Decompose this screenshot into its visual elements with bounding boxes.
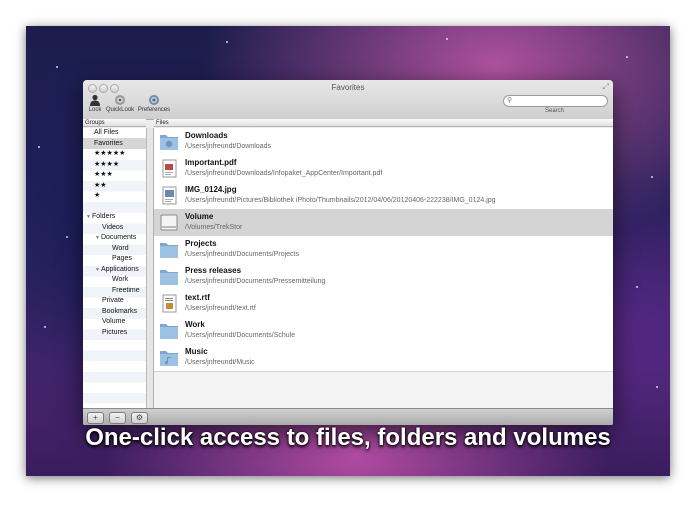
lock-label: Lock [88,107,102,113]
pdf-file-icon [162,159,177,178]
sidebar-item-work[interactable]: Work [112,275,128,285]
file-name: Downloads [185,131,228,140]
downloads-folder-icon [160,135,178,150]
sidebar-item-pages[interactable]: Pages [112,254,132,264]
folder-icon [160,243,178,258]
file-path: /Volumes/TrekStor [185,224,243,231]
lock-button[interactable]: Lock [87,94,103,113]
gear-icon [149,95,159,105]
fullscreen-icon[interactable]: ⤢ [603,82,609,92]
promo-caption: One-click access to files, folders and v… [85,424,611,451]
groups-column-header[interactable]: Groups [83,119,146,127]
sidebar-item-4-stars[interactable]: ★★★★ [94,160,119,170]
window-titlebar: Favorites ⤢ Lock QuickLook Preferences ⚲… [83,80,613,120]
file-row-music[interactable]: Music /Users/jnfreundt/Music [154,344,613,372]
rtf-file-icon [162,294,177,313]
disclosure-triangle-icon[interactable]: ▼ [95,235,100,241]
quicklook-label: QuickLook [105,107,135,113]
sidebar-item-2-stars[interactable]: ★★ [94,181,107,191]
star [226,41,228,43]
file-name: Music [185,347,208,356]
sidebar-item-1-star[interactable]: ★ [94,191,100,201]
sidebar-item-documents[interactable]: ▼Documents [95,233,136,243]
file-path: /Users/jnfreundt/Downloads/Infopaket_App… [185,170,383,177]
sidebar-item-folders[interactable]: ▼Folders [86,212,115,222]
favorites-window: Favorites ⤢ Lock QuickLook Preferences ⚲… [83,80,613,425]
sidebar-item-word[interactable]: Word [112,244,129,254]
file-path: /Users/jnfreundt/text.rtf [185,305,256,312]
sidebar-item-bookmarks[interactable]: Bookmarks [102,307,137,317]
sidebar-item-applications[interactable]: ▼Applications [95,265,139,275]
files-column-header[interactable]: Files [154,119,613,127]
file-path: /Users/jnfreundt/Documents/Schule [185,332,296,339]
drive-icon [160,214,178,231]
file-name: Work [185,320,205,329]
search-label: Search [545,108,565,114]
remove-group-button[interactable]: − [109,412,126,424]
add-group-button[interactable]: + [87,412,104,424]
user-lock-icon [90,94,100,106]
sidebar-item-label: Applications [100,265,139,273]
star [446,38,448,40]
sidebar-splitter[interactable] [147,128,154,408]
star [66,236,68,238]
star [636,286,638,288]
sidebar-item-favorites[interactable]: Favorites [94,139,123,149]
file-row-press-releases[interactable]: Press releases /Users/jnfreundt/Document… [154,263,613,291]
star [626,56,628,58]
eye-icon [115,95,125,105]
file-name: IMG_0124.jpg [185,185,237,194]
file-row-text-rtf[interactable]: text.rtf /Users/jnfreundt/text.rtf [154,290,613,318]
quicklook-button[interactable]: QuickLook [105,94,135,113]
desktop-background: Favorites ⤢ Lock QuickLook Preferences ⚲… [26,26,670,476]
sidebar-item-5-stars[interactable]: ★★★★★ [94,149,125,159]
search-field[interactable]: ⚲ [503,95,608,107]
disclosure-triangle-icon[interactable]: ▼ [95,267,100,273]
bottom-toolbar: + − ⚙ [83,408,613,425]
sidebar-item-private[interactable]: Private [102,296,124,306]
preferences-button[interactable]: Preferences [137,94,171,113]
window-title: Favorites [331,83,365,92]
file-path: /Users/jnfreundt/Music [185,359,255,366]
file-path: /Users/jnfreundt/Documents/Projects [185,251,299,258]
file-name: Volume [185,212,214,221]
sidebar-item-volume[interactable]: Volume [102,317,125,327]
sidebar-item-freetime[interactable]: Freetime [112,286,140,296]
file-name: Press releases [185,266,242,275]
search-input[interactable] [516,97,604,103]
star [44,326,46,328]
file-path: /Users/jnfreundt/Documents/Pressemitteil… [185,278,326,285]
star [56,66,58,68]
image-file-icon [162,186,177,205]
folder-icon [160,270,178,285]
disclosure-triangle-icon[interactable]: ▼ [86,214,91,220]
file-path: /Users/jnfreundt/Downloads [185,143,271,150]
action-gear-button[interactable]: ⚙ [131,412,148,424]
file-name: Important.pdf [185,158,237,167]
sidebar-item-all-files[interactable]: All Files [94,128,119,138]
file-row-work[interactable]: Work /Users/jnfreundt/Documents/Schule [154,317,613,345]
file-row-projects[interactable]: Projects /Users/jnfreundt/Documents/Proj… [154,236,613,264]
file-path: /Users/jnfreundt/Pictures/Bibliothek iPh… [185,197,496,204]
groups-sidebar: All Files Favorites ★★★★★ ★★★★ ★★★ ★★ ★ … [83,128,147,408]
star [38,146,40,148]
files-list: Downloads /Users/jnfreundt/Downloads Imp… [154,128,613,408]
music-folder-icon [160,351,178,366]
search-icon: ⚲ [507,97,513,104]
star [656,386,658,388]
file-row-img-0124[interactable]: IMG_0124.jpg /Users/jnfreundt/Pictures/B… [154,182,613,210]
folder-icon [160,324,178,339]
sidebar-item-label: Documents [100,234,137,241]
file-row-important-pdf[interactable]: Important.pdf /Users/jnfreundt/Downloads… [154,155,613,183]
sidebar-item-3-stars[interactable]: ★★★ [94,170,113,180]
file-row-volume[interactable]: Volume /Volumes/TrekStor [154,209,613,237]
sidebar-item-pictures[interactable]: Pictures [102,328,127,338]
sidebar-item-videos[interactable]: Videos [102,223,123,233]
file-name: text.rtf [185,293,210,302]
file-row-downloads[interactable]: Downloads /Users/jnfreundt/Downloads [154,128,613,156]
file-name: Projects [185,239,217,248]
preferences-label: Preferences [137,107,171,113]
sidebar-item-label: Folders [91,213,116,220]
star [651,176,653,178]
